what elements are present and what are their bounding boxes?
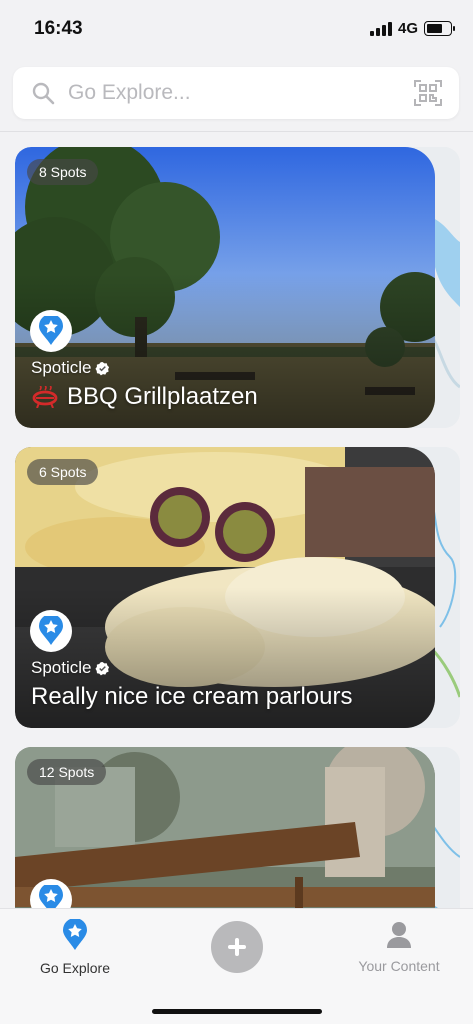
card-title: Really nice ice cream parlours: [31, 683, 352, 711]
card-title-text: BBQ Grillplaatzen: [67, 383, 258, 410]
collection-card[interactable]: 12 Spots: [15, 747, 460, 908]
spoticle-logo-icon: [30, 610, 72, 652]
person-icon: [387, 922, 411, 948]
card-author: Spoticle: [31, 658, 110, 678]
verified-badge-icon: [95, 661, 110, 675]
card-title-text: Really nice ice cream parlours: [31, 683, 353, 710]
tab-your-content[interactable]: Your Content: [350, 909, 448, 989]
tab-label: Your Content: [358, 958, 440, 974]
tab-label: Go Explore: [39, 960, 111, 976]
author-name: Spoticle: [31, 358, 92, 377]
collection-feed[interactable]: 8 Spots Spoticle BBQ Grillplaatzen 6 Spo…: [0, 132, 473, 908]
spots-count-badge: 6 Spots: [27, 459, 99, 485]
search-icon: [32, 82, 55, 105]
status-bar: 16:43 4G: [0, 0, 473, 58]
bbq-grill-icon: [32, 386, 58, 408]
status-time: 16:43: [34, 18, 83, 39]
author-name: Spoticle: [31, 658, 92, 677]
tab-go-explore[interactable]: Go Explore: [32, 909, 118, 989]
card-title: BBQ Grillplaatzen: [31, 383, 258, 411]
battery-icon: [424, 21, 455, 36]
card-author: Spoticle: [31, 358, 110, 378]
collection-card[interactable]: 8 Spots Spoticle BBQ Grillplaatzen: [15, 147, 460, 428]
add-button[interactable]: [211, 921, 263, 973]
spots-count-badge: 12 Spots: [27, 759, 107, 785]
network-type: 4G: [398, 20, 419, 37]
search-input[interactable]: Go Explore...: [68, 81, 191, 105]
explore-pin-icon: [63, 918, 87, 950]
home-indicator: [152, 1009, 322, 1014]
spots-count-badge: 8 Spots: [27, 159, 99, 185]
tab-bar: Go Explore Your Content: [0, 908, 473, 1024]
signal-icon: [370, 22, 392, 36]
qr-scan-icon[interactable]: [413, 78, 443, 108]
collection-card[interactable]: 6 Spots Spoticle Really nice ice cream p…: [15, 447, 460, 728]
spoticle-logo-icon: [30, 310, 72, 352]
search-bar[interactable]: Go Explore...: [13, 67, 459, 119]
verified-badge-icon: [95, 361, 110, 375]
